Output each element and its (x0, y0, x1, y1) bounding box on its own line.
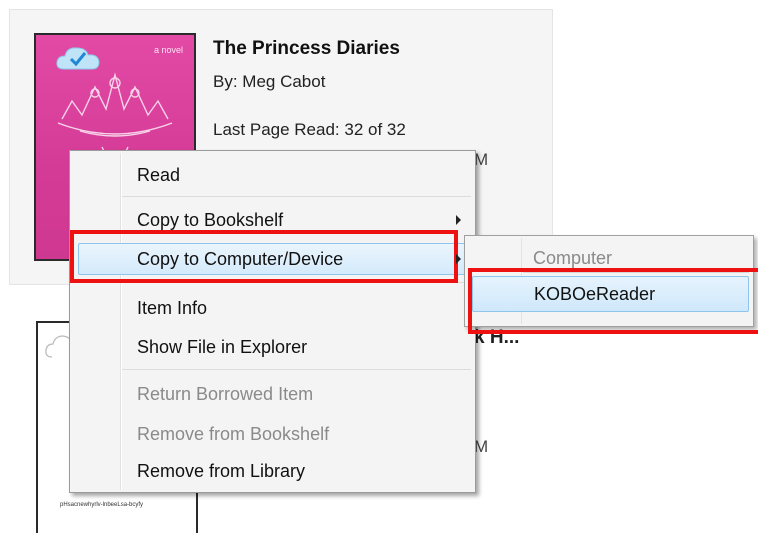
menu-item-show-file-in-explorer[interactable]: Show File in Explorer (70, 329, 475, 365)
menu-item-label: Copy to Bookshelf (137, 210, 284, 230)
cover-subtitle: a novel (154, 45, 184, 55)
menu-item-label: Copy to Computer/Device (137, 249, 344, 269)
menu-separator (122, 196, 471, 197)
menu-item-label: Read (137, 165, 181, 185)
obscured-text: M (474, 150, 489, 169)
book-title[interactable]: The Princess Diaries (213, 38, 400, 60)
menu-separator (122, 369, 471, 370)
cover-text: pHsacnewhyrlv-lnbeeLsa-bcyfy (60, 502, 144, 508)
menu-item-label: Item Info (137, 298, 208, 318)
menu-item-remove-from-bookshelf: Remove from Bookshelf (70, 416, 475, 452)
menu-item-label: Return Borrowed Item (137, 384, 314, 404)
menu-item-label: Remove from Library (137, 461, 306, 481)
menu-item-remove-from-library[interactable]: Remove from Library (70, 453, 475, 489)
menu-item-item-info[interactable]: Item Info (70, 290, 475, 326)
obscured-text: M (474, 437, 489, 456)
menu-item-return-borrowed-item: Return Borrowed Item (70, 376, 475, 412)
book-author: By: Meg Cabot (213, 72, 326, 91)
submenu-header: Computer (533, 248, 613, 268)
menu-item-label: Show File in Explorer (137, 337, 308, 357)
menu-item-read[interactable]: Read (70, 157, 475, 193)
submenu-arrow-icon (456, 254, 461, 264)
context-menu: Read Copy to Bookshelf Copy to Computer/… (69, 150, 476, 493)
annotation-highlight-box (468, 268, 758, 334)
last-page-read: Last Page Read: 32 of 32 (213, 120, 406, 139)
submenu-arrow-icon (456, 215, 461, 225)
menu-item-label: Remove from Bookshelf (137, 424, 330, 444)
